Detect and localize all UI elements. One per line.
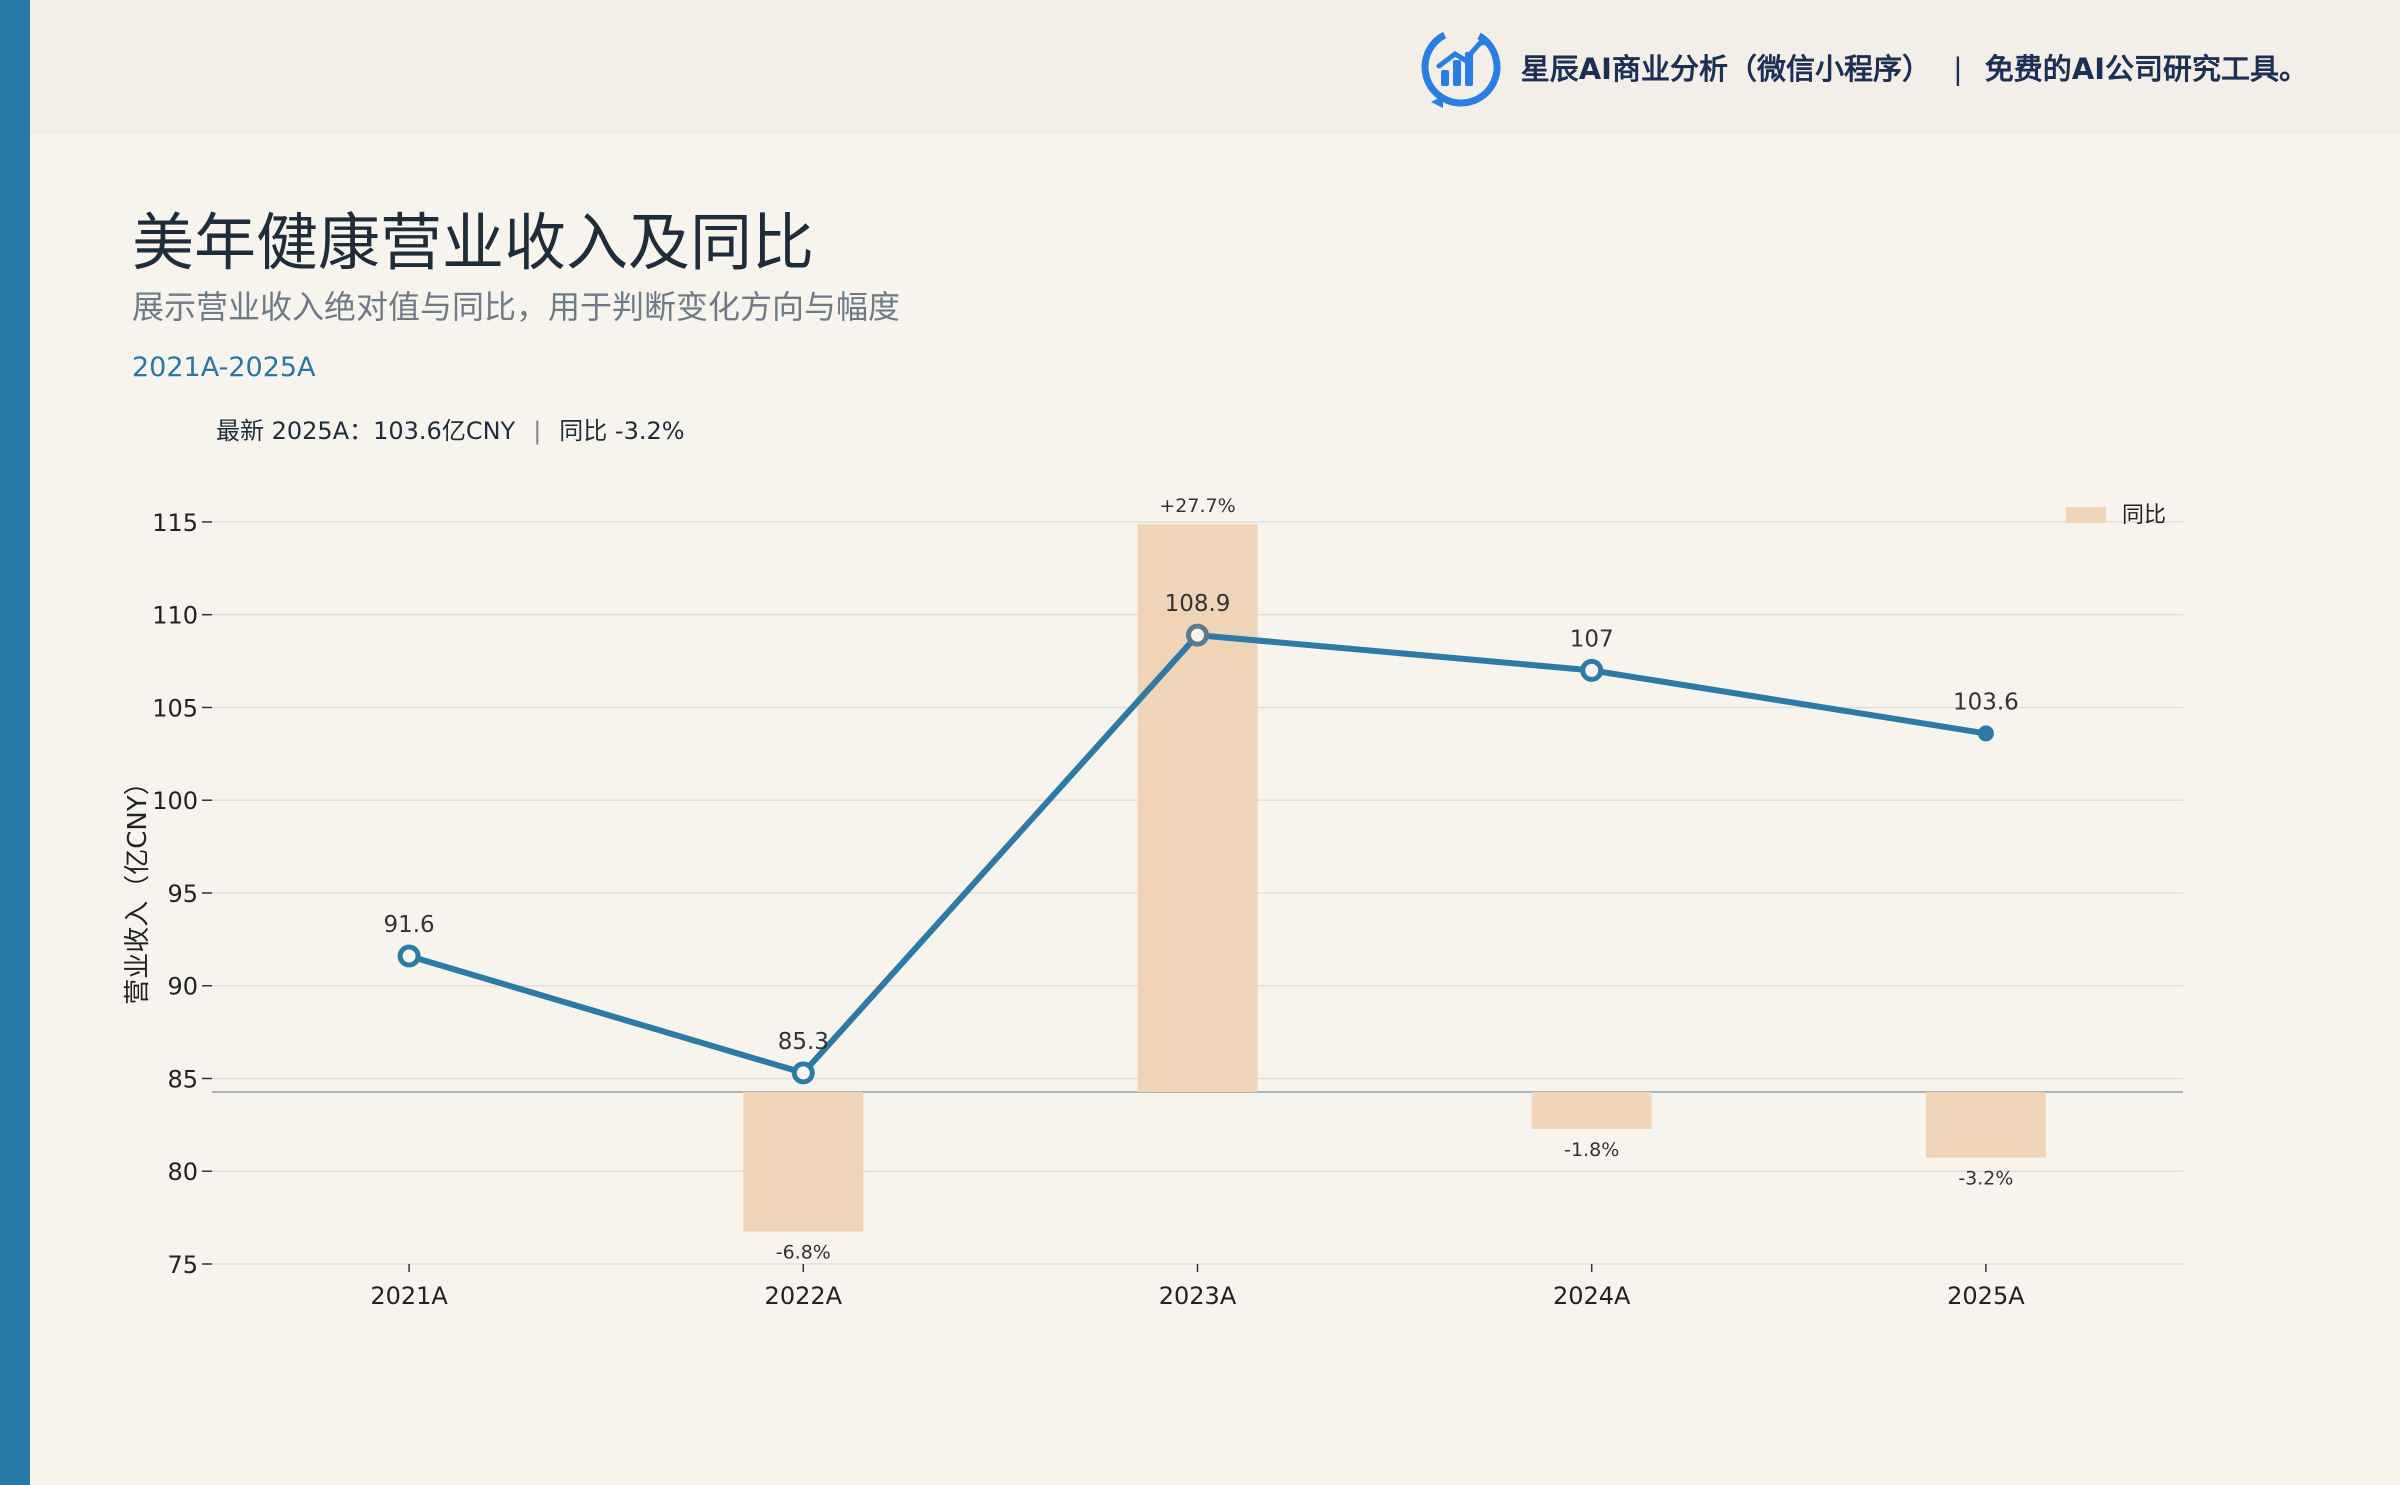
legend-swatch-yoy xyxy=(2066,507,2106,523)
y-tick-label: 110 xyxy=(152,602,198,630)
y-tick-label: 105 xyxy=(152,694,198,722)
y-tick-label: 80 xyxy=(167,1158,198,1186)
y-tick-label: 85 xyxy=(167,1065,198,1093)
yoy-bar-label: -1.8% xyxy=(1564,1139,1619,1161)
y-tick-label: 95 xyxy=(167,880,198,908)
revenue-chart: 75 80 85 90 95 100 105 110 115 营业收入（亿CNY） -6.8% +27… xyxy=(123,495,2183,1310)
revenue-data-label: 91.6 xyxy=(383,912,434,938)
y-tick-label: 75 xyxy=(167,1251,198,1279)
revenue-point xyxy=(791,1061,815,1085)
yoy-bar xyxy=(1531,1092,1652,1129)
x-tick-label: 2025A xyxy=(1947,1282,2025,1310)
y-axis-label: 营业收入（亿CNY） xyxy=(123,769,153,1005)
legend-label-yoy: 同比 xyxy=(2122,503,2166,528)
yoy-bar xyxy=(1925,1092,2046,1158)
yoy-bar-label: -6.8% xyxy=(776,1241,831,1263)
y-tick-label: 115 xyxy=(152,509,198,537)
revenue-point xyxy=(1186,623,1209,647)
x-tick-label: 2022A xyxy=(765,1282,843,1310)
revenue-data-label: 85.3 xyxy=(778,1029,829,1055)
revenue-line-segment xyxy=(1588,667,1989,737)
revenue-line-segment xyxy=(406,953,807,1076)
revenue-point xyxy=(1580,658,1604,682)
revenue-data-label: 107 xyxy=(1570,626,1614,652)
revenue-point xyxy=(1977,725,1994,742)
x-tick-label: 2023A xyxy=(1159,1282,1237,1310)
y-tick-label: 100 xyxy=(152,787,198,815)
revenue-data-label: 108.9 xyxy=(1165,591,1231,617)
y-tick-label: 90 xyxy=(167,973,198,1001)
yoy-bar-label: -3.2% xyxy=(1958,1168,2013,1190)
revenue-data-label: 103.6 xyxy=(1953,689,2019,715)
x-tick-label: 2024A xyxy=(1553,1282,1631,1310)
yoy-bar-label: +27.7% xyxy=(1159,495,1235,517)
yoy-bar xyxy=(743,1092,864,1232)
revenue-point xyxy=(397,944,421,968)
x-tick-label: 2021A xyxy=(370,1282,448,1310)
